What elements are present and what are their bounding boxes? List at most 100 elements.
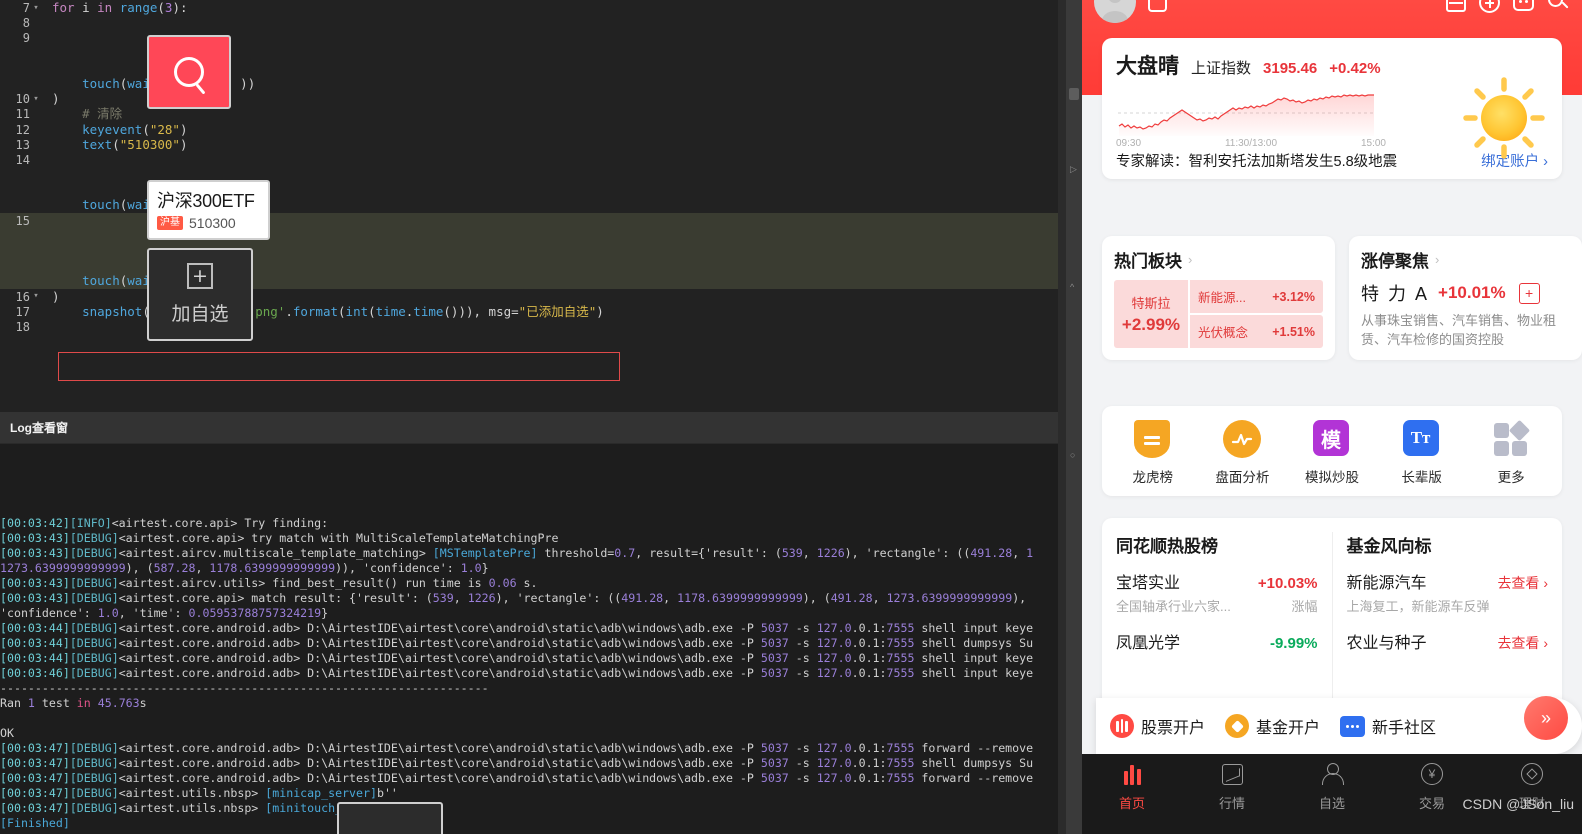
vertical-scrollbar[interactable]: ▷ ^ ○	[1066, 0, 1082, 834]
fund-secondary-row: 上海复工，新能源车反弹	[1347, 596, 1549, 615]
diamond-circle-icon	[1519, 763, 1545, 787]
nav-item-home[interactable]: 首页	[1082, 763, 1182, 812]
hot-sector-sub-pct: +1.51%	[1272, 324, 1315, 339]
limit-up-title-row[interactable]: 涨停聚焦 ›	[1361, 247, 1570, 272]
add-to-watchlist-button[interactable]: +	[1518, 282, 1540, 304]
ranking-list-item[interactable]: 凤凰光学 -9.99%	[1116, 629, 1318, 653]
grid-more-icon	[1492, 419, 1531, 458]
add-watchlist-label: 加自选	[171, 304, 229, 325]
log-line: Ran 1 test in 45.763s	[0, 696, 147, 710]
code-line: 12 keyevent("28")	[15, 121, 188, 137]
limit-up-card[interactable]: 涨停聚焦 › 特 力 A +10.01% + 从事珠宝销售、汽车销售、物业租赁、…	[1349, 236, 1582, 360]
hot-sector-title-row[interactable]: 热门板块 ›	[1114, 247, 1323, 272]
fund-view-link[interactable]: 去查看 ›	[1497, 573, 1548, 593]
message-icon[interactable]	[1512, 0, 1536, 14]
mo-glyph: 模	[1312, 420, 1349, 456]
community-icon	[1340, 715, 1366, 737]
text-size-glyph: Tт	[1402, 420, 1439, 456]
nav-item-quotes[interactable]: 行情	[1182, 763, 1282, 812]
fund-primary-row: 新能源汽车 去查看 ›	[1347, 569, 1549, 593]
code-line: 13 text("510300")	[15, 136, 188, 152]
fund-indicator-title: 基金风向标	[1346, 537, 1432, 556]
index-change: +0.42%	[1329, 60, 1381, 77]
watermark-text: CSDN @JSon_liu	[1462, 796, 1574, 812]
log-line: [00:03:42][INFO]<airtest.core.api> Try f…	[0, 516, 329, 530]
index-line-chart-svg	[1118, 94, 1374, 136]
expand-actions-button[interactable]: »	[1524, 696, 1568, 740]
ranking-primary-row: 宝塔实业 +10.03%	[1116, 569, 1318, 593]
action-open-stock-account[interactable]: 股票开户	[1110, 714, 1205, 738]
candles-icon	[1119, 763, 1145, 787]
ranking-list-item[interactable]: 宝塔实业 +10.03% 全国轴承行业六家... 涨幅	[1116, 569, 1318, 615]
time-tick-mid: 11:30/13:00	[1224, 138, 1278, 149]
fund-list-item[interactable]: 农业与种子 去查看 ›	[1347, 629, 1549, 653]
action-newbie-community[interactable]: 新手社区	[1340, 714, 1436, 738]
market-overview-card[interactable]: 大盘晴 上证指数 3195.46 +0.42% 09:30 11:30/13:0…	[1102, 38, 1562, 179]
scanner-icon[interactable]	[1444, 0, 1468, 14]
text-size-icon: Tт	[1402, 420, 1441, 458]
market-weather-label: 大盘晴	[1116, 55, 1179, 78]
hot-sector-main-tile[interactable]: 特斯拉 +2.99%	[1114, 280, 1188, 348]
fund-indicator-column: 基金风向标 新能源汽车 去查看 › 上海复工，新能源车反弹 农业与种子 去查看 …	[1331, 532, 1563, 718]
action-open-fund-account[interactable]: 基金开户	[1225, 714, 1320, 738]
add-watchlist-template-widget[interactable]: + 加自选	[147, 248, 253, 341]
code-line: 8	[22, 16, 30, 31]
snapshot-line-highlight	[58, 352, 620, 381]
log-panel: Log查看窗 [00:03:42][INFO]<airtest.core.api…	[0, 412, 1058, 834]
avatar[interactable]	[1094, 0, 1136, 23]
quick-action-label: 龙虎榜	[1132, 470, 1174, 485]
rankings-card: 同花顺热股榜 宝塔实业 +10.03% 全国轴承行业六家... 涨幅 凤凰光学 …	[1102, 518, 1562, 718]
nav-item-watchlist[interactable]: 自选	[1282, 763, 1382, 812]
log-line: [00:03:44][DEBUG]<airtest.core.android.a…	[0, 621, 1034, 635]
scrollbar-handle-top[interactable]	[1069, 88, 1079, 100]
search-icon[interactable]	[1546, 0, 1570, 14]
fund-list-item[interactable]: 新能源汽车 去查看 › 上海复工，新能源车反弹	[1347, 569, 1549, 615]
log-line: [00:03:46][DEBUG]<airtest.core.android.a…	[0, 666, 1034, 680]
device-mirror-pane[interactable]: 大盘晴 上证指数 3195.46 +0.42% 09:30 11:30/13:0…	[1082, 0, 1582, 834]
log-line: OK	[0, 726, 14, 740]
nav-label: 行情	[1218, 796, 1245, 811]
hot-sector-card[interactable]: 热门板块 › 特斯拉 +2.99% 新能源... +3.12% 光伏概念 +1.…	[1102, 236, 1335, 360]
quick-action-elder-mode[interactable]: Tт 长辈版	[1384, 420, 1460, 486]
time-tick-open: 09:30	[1116, 138, 1142, 149]
quick-action-more[interactable]: 更多	[1473, 419, 1549, 486]
etf-code-label: 510300	[189, 214, 236, 231]
log-output[interactable]: [00:03:42][INFO]<airtest.core.api> Try f…	[0, 444, 1058, 834]
quick-action-label: 盘面分析	[1215, 470, 1270, 485]
search-icon-template-widget[interactable]	[147, 35, 231, 109]
app-topbar	[1082, 0, 1582, 24]
log-line: 1273.6399999999999), (587.28, 1178.63999…	[0, 561, 489, 575]
fund-view-link[interactable]: 去查看 ›	[1497, 633, 1548, 653]
screen-root: 7▾for i in range(3):89 touch(wait( ))10▾…	[0, 0, 1582, 834]
hot-sector-grid: 特斯拉 +2.99% 新能源... +3.12% 光伏概念 +1.51%	[1114, 280, 1323, 348]
scroll-marker-comment-icon: ▷	[1070, 164, 1077, 174]
etf-code-row: 沪基 510300	[157, 215, 260, 231]
hot-sector-sub-name: 新能源...	[1198, 291, 1246, 305]
quick-action-longhubang[interactable]: 龙虎榜	[1115, 420, 1191, 486]
etf-market-tag: 沪基	[157, 215, 183, 230]
fund-theme-name: 农业与种子	[1346, 635, 1427, 652]
add-icon[interactable]	[1478, 0, 1502, 14]
limit-up-stock-row: 特 力 A +10.01% +	[1361, 280, 1570, 306]
hot-sector-sub-name: 光伏概念	[1198, 326, 1249, 340]
code-line: 7 ▾ for i in range(3):	[22, 0, 188, 15]
hot-sector-sub-pct: +3.12%	[1272, 289, 1315, 304]
limit-up-title: 涨停聚焦	[1361, 252, 1429, 271]
etf-name-label: 沪深300ETF	[157, 190, 255, 211]
magnifier-icon	[174, 57, 204, 87]
limit-up-stock-name: 特 力 A	[1361, 284, 1430, 304]
code-editor[interactable]: 7▾for i in range(3):89 touch(wait( ))10▾…	[0, 0, 1058, 412]
quick-action-panmian[interactable]: 盘面分析	[1204, 420, 1280, 486]
fund-theme-name: 新能源汽车	[1346, 575, 1427, 592]
log-line: [00:03:44][DEBUG]<airtest.core.android.a…	[0, 636, 1034, 650]
etf-result-template-widget[interactable]: 沪深300ETF 沪基 510300	[147, 180, 270, 240]
hot-sector-sub-tile[interactable]: 光伏概念 +1.51%	[1190, 315, 1323, 348]
shield-icon	[1133, 420, 1172, 458]
delete-watchlist-template-widget[interactable]: 删自选	[337, 802, 443, 834]
quick-action-mock-trading[interactable]: 模 模拟炒股	[1294, 420, 1370, 486]
hot-sector-sub-tile[interactable]: 新能源... +3.12%	[1190, 280, 1323, 313]
log-line: [00:03:43][DEBUG]<airtest.core.api> try …	[0, 531, 559, 545]
scan-icon[interactable]	[1146, 0, 1170, 14]
index-intraday-chart: 09:30 11:30/13:00 15:00	[1116, 77, 1548, 159]
